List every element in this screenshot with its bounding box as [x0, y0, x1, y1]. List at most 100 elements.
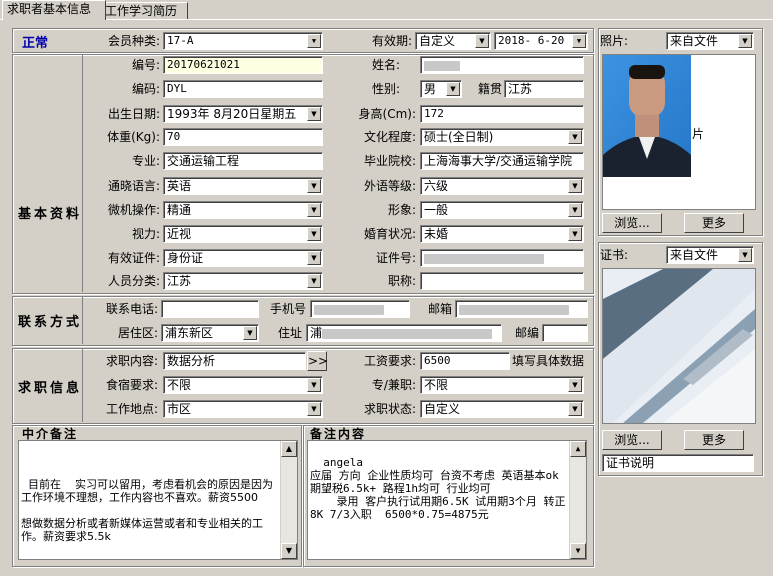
chevron-down-icon[interactable]: ▼ — [307, 251, 321, 265]
category-label: 人员分类: — [107, 274, 160, 288]
certificate-more-button[interactable]: 更多 — [684, 430, 744, 450]
certificate-source-select[interactable]: 来自文件 ▼ — [666, 246, 754, 264]
photo-browse-button[interactable]: 浏览... — [602, 213, 662, 233]
marital-label: 婚育状况: — [363, 227, 416, 241]
job-title: 求职信息 — [18, 381, 83, 396]
chevron-down-icon[interactable]: ▼ — [307, 34, 321, 48]
category-select[interactable]: 江苏 ▼ — [163, 272, 323, 290]
mobile-field[interactable] — [310, 300, 410, 318]
weight-label: 体重(Kg): — [107, 130, 160, 144]
gender-select[interactable]: 男 ▼ — [420, 80, 462, 98]
tab-work-history[interactable]: 工作学习简历 — [100, 2, 188, 20]
chevron-down-icon[interactable]: ▼ — [572, 34, 586, 48]
chevron-down-icon[interactable]: ▼ — [307, 179, 321, 193]
chevron-down-icon[interactable]: ▼ — [738, 248, 752, 262]
weight-field[interactable]: 70 — [163, 128, 323, 146]
tab-basic-info[interactable]: 求职者基本信息 — [2, 0, 106, 20]
chevron-down-icon[interactable]: ▼ — [568, 130, 582, 144]
chevron-down-icon[interactable]: ▼ — [568, 402, 582, 416]
phone-field[interactable] — [161, 300, 259, 318]
appearance-select[interactable]: 一般 ▼ — [420, 201, 584, 219]
remark-memo[interactable]: angela 应届 方向 企业性质均可 台资不考虑 英语基本ok 期望税6.5k… — [307, 440, 587, 560]
board-select[interactable]: 不限 ▼ — [163, 376, 323, 394]
salary-field[interactable]: 6500 — [420, 352, 510, 370]
chevron-down-icon[interactable]: ▼ — [568, 227, 582, 241]
member-type-label: 会员种类: — [107, 34, 160, 48]
chevron-down-icon[interactable]: ▼ — [475, 34, 489, 48]
lang-label: 通晓语言: — [107, 179, 160, 193]
pc-select[interactable]: 精通 ▼ — [163, 201, 323, 219]
chevron-down-icon[interactable]: ▼ — [568, 378, 582, 392]
person-photo — [603, 55, 691, 177]
email-field[interactable] — [455, 300, 588, 318]
cert-no-label: 证件号: — [375, 251, 416, 265]
appearance-label: 形象: — [387, 203, 416, 217]
name-field[interactable] — [420, 56, 584, 74]
scroll-down-icon[interactable]: ▼ — [570, 543, 586, 559]
redacted-mobile — [314, 304, 384, 315]
certificate-image — [603, 269, 755, 423]
location-select[interactable]: 市区 ▼ — [163, 400, 323, 418]
chevron-down-icon[interactable]: ▼ — [307, 203, 321, 217]
cert-select[interactable]: 身份证 ▼ — [163, 249, 323, 267]
certificate-label: 证书: — [600, 248, 629, 262]
height-field[interactable]: 172 — [420, 105, 584, 123]
scroll-up-icon[interactable]: ▲ — [570, 441, 586, 457]
validity-date-picker[interactable]: 2018- 6-20 ▼ — [494, 32, 588, 50]
cert-label: 有效证件: — [107, 251, 160, 265]
major-field[interactable]: 交通运输工程 — [163, 152, 323, 170]
lang-select[interactable]: 英语 ▼ — [163, 177, 323, 195]
district-label: 居住区: — [117, 326, 158, 340]
remark-scrollbar[interactable]: ▲ ▼ — [569, 441, 586, 559]
chevron-down-icon[interactable]: ▼ — [568, 203, 582, 217]
member-type-select[interactable]: 17-A ▼ — [163, 32, 323, 50]
chevron-down-icon[interactable]: ▼ — [307, 274, 321, 288]
state-select[interactable]: 自定义 ▼ — [420, 400, 584, 418]
certificate-desc-field[interactable]: 证书说明 — [602, 454, 754, 472]
email-label: 邮箱 — [427, 302, 452, 316]
chevron-down-icon[interactable]: ▼ — [568, 179, 582, 193]
address-label: 住址 — [277, 326, 302, 340]
chevron-down-icon[interactable]: ▼ — [307, 402, 321, 416]
code-label: 编码: — [131, 82, 160, 96]
scroll-up-icon[interactable]: ▲ — [281, 441, 297, 457]
chevron-down-icon[interactable]: ▼ — [307, 107, 321, 121]
edu-select[interactable]: 硕士(全日制) ▼ — [420, 128, 584, 146]
certificate-browse-button[interactable]: 浏览... — [602, 430, 662, 450]
content-more-button[interactable]: >> — [307, 351, 328, 371]
pc-label: 微机操作: — [107, 203, 160, 217]
location-label: 工作地点: — [105, 402, 158, 416]
photo-source-select[interactable]: 来自文件 ▼ — [666, 32, 754, 50]
code-field[interactable]: DYL — [163, 80, 323, 98]
agent-note-memo[interactable]: 目前在 实习可以留用，考虑看机会的原因是因为工作环境不理想，工作内容也不喜欢。薪… — [18, 440, 298, 560]
type-select[interactable]: 不限 ▼ — [420, 376, 584, 394]
address-field[interactable]: 浦 — [306, 324, 502, 342]
agent-note-scrollbar[interactable]: ▲ ▼ — [280, 441, 297, 559]
job-title-field[interactable] — [420, 272, 584, 290]
chevron-down-icon[interactable]: ▼ — [738, 34, 752, 48]
native-label: 籍贯 — [477, 82, 502, 96]
number-label: 编号: — [131, 58, 160, 72]
zip-label: 邮编 — [514, 326, 539, 340]
school-field[interactable]: 上海海事大学/交通运输学院 — [420, 152, 584, 170]
birth-date-picker[interactable]: 1993年 8月20日星期五 ▼ — [163, 105, 323, 123]
native-field[interactable]: 江苏 — [504, 80, 584, 98]
validity-mode-select[interactable]: 自定义 ▼ — [415, 32, 491, 50]
photo-more-button[interactable]: 更多 — [684, 213, 744, 233]
content-field[interactable]: 数据分析 — [163, 352, 306, 370]
photo-caption: 片 — [692, 127, 705, 141]
phone-label: 联系电话: — [105, 302, 158, 316]
cert-no-field[interactable] — [420, 249, 584, 267]
zip-field[interactable] — [542, 324, 588, 342]
marital-select[interactable]: 未婚 ▼ — [420, 225, 584, 243]
vision-select[interactable]: 近视 ▼ — [163, 225, 323, 243]
chevron-down-icon[interactable]: ▼ — [243, 326, 257, 340]
redacted-cert-no — [424, 253, 544, 264]
chevron-down-icon[interactable]: ▼ — [307, 378, 321, 392]
chevron-down-icon[interactable]: ▼ — [446, 82, 460, 96]
lang-level-select[interactable]: 六级 ▼ — [420, 177, 584, 195]
chevron-down-icon[interactable]: ▼ — [307, 227, 321, 241]
number-field[interactable]: 20170621021 — [163, 56, 323, 74]
scroll-down-icon[interactable]: ▼ — [281, 543, 297, 559]
district-select[interactable]: 浦东新区 ▼ — [161, 324, 259, 342]
